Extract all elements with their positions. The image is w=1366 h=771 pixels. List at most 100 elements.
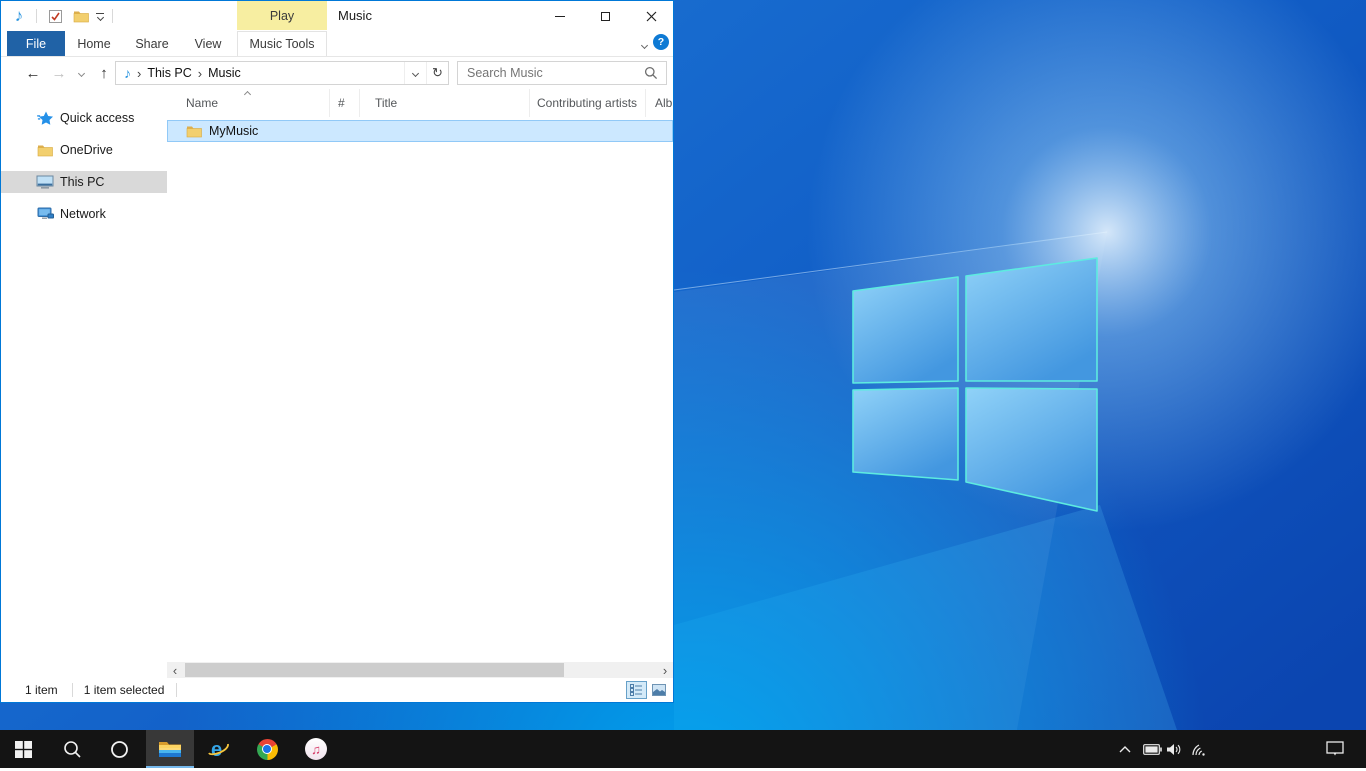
column-header-album[interactable]: Alb [645,89,673,117]
column-header-contributing-artists[interactable]: Contributing artists [529,89,645,117]
sidebar-item-label: Network [60,207,106,221]
network-pc-icon [36,207,54,221]
chevron-down-icon [77,69,84,76]
chevron-up-icon [1119,746,1131,753]
action-center-button[interactable] [1322,730,1348,768]
speaker-icon [1167,743,1183,756]
tab-home[interactable]: Home [65,31,123,56]
wifi-icon [1191,743,1208,756]
sidebar-item-onedrive[interactable]: OneDrive [1,139,167,161]
breadcrumb-separator: › [198,66,202,81]
sidebar-item-label: Quick access [60,111,134,125]
tray-volume[interactable] [1162,730,1188,768]
back-button[interactable]: ← [21,61,45,85]
chevron-down-icon [96,14,103,21]
itunes-icon: ♫ [305,738,327,760]
scroll-right-arrow[interactable]: › [657,662,673,678]
close-icon [646,11,657,22]
file-row-mymusic-selected[interactable]: MyMusic [167,120,673,142]
tray-network[interactable] [1186,730,1212,768]
taskbar-file-explorer-button[interactable] [146,730,194,768]
battery-icon [1143,744,1162,755]
breadcrumb-music[interactable]: Music [208,66,241,80]
address-bar[interactable]: ♪ › This PC › Music ↻ [115,61,449,85]
monitor-icon [36,175,54,190]
search-icon [63,740,82,759]
cortana-button[interactable] [97,730,141,768]
sidebar-item-this-pc[interactable]: This PC [1,171,167,193]
itunes-button[interactable]: ♫ [294,730,338,768]
selection-count: 1 item selected [84,683,165,697]
status-bar: 1 item 1 item selected [1,678,673,702]
start-button[interactable] [1,730,45,768]
properties-button[interactable] [45,5,65,27]
chrome-button[interactable] [245,730,289,768]
file-explorer-window: ♪ Play Music [0,0,674,703]
sidebar-item-label: OneDrive [60,143,113,157]
column-header-title[interactable]: Title [359,89,529,117]
tab-view[interactable]: View [181,31,235,56]
breadcrumb-this-pc[interactable]: This PC [147,66,191,80]
column-label: Contributing artists [537,96,637,110]
tab-file[interactable]: File [7,31,65,56]
refresh-button[interactable]: ↻ [426,62,448,84]
details-view-button[interactable] [626,681,647,699]
chevron-down-icon [412,69,419,76]
horizontal-scrollbar[interactable]: ‹ › [167,662,673,678]
close-button[interactable] [636,1,667,31]
windows-start-icon [15,741,32,758]
chevron-down-icon [641,42,648,49]
internet-explorer-icon: e [207,737,231,761]
new-folder-icon [73,9,90,23]
file-name: MyMusic [209,124,258,138]
search-icon[interactable] [644,66,658,80]
maximize-button[interactable] [590,1,621,31]
item-count: 1 item [25,683,58,697]
properties-icon [48,9,63,24]
sidebar-item-network[interactable]: Network [1,203,167,225]
folder-icon [186,124,203,138]
tab-music-tools[interactable]: Music Tools [237,31,327,56]
expand-ribbon-button[interactable] [642,37,647,51]
scrollbar-thumb[interactable] [185,663,564,677]
separator [36,9,37,23]
tray-show-hidden-icons[interactable] [1112,730,1138,768]
column-label: Alb [655,96,672,110]
play-contextual-header[interactable]: Play [237,1,327,30]
search-input[interactable] [458,66,644,80]
column-label: Name [186,96,218,110]
customize-qat-dropdown[interactable] [93,5,107,27]
help-button[interactable]: ? [653,34,669,50]
separator [112,9,113,23]
taskbar: e ♫ [0,730,1366,768]
music-note-location-icon: ♪ [124,65,131,81]
scroll-left-arrow[interactable]: ‹ [167,662,183,678]
tab-share[interactable]: Share [123,31,181,56]
sidebar-item-label: This PC [60,175,104,189]
svg-text:e: e [211,739,222,761]
quick-access-star-icon [36,110,54,126]
file-list-pane: Name # Title Contributing artists Alb [167,89,673,662]
separator [176,683,177,697]
taskbar-search-button[interactable] [50,730,94,768]
internet-explorer-button[interactable]: e [197,730,241,768]
folder-icon [36,143,54,157]
large-icons-view-icon [652,684,666,696]
search-box [457,61,667,85]
column-label: Title [375,96,397,110]
recent-locations-dropdown[interactable] [73,61,89,85]
address-dropdown-button[interactable] [404,62,426,84]
file-explorer-icon [158,739,182,758]
forward-button-disabled[interactable]: → [47,61,71,85]
column-header-number[interactable]: # [329,89,359,117]
chrome-icon [257,739,278,760]
sidebar-item-quick-access[interactable]: Quick access [1,107,167,129]
up-button[interactable]: ↑ [92,61,116,85]
breadcrumb-separator: › [137,66,141,81]
large-icons-view-button[interactable] [648,681,669,699]
new-folder-button[interactable] [71,5,91,27]
title-bar: ♪ Play Music [1,1,673,31]
music-note-app-icon: ♪ [9,5,29,27]
minimize-button[interactable] [544,1,575,31]
window-title: Music [338,8,372,23]
